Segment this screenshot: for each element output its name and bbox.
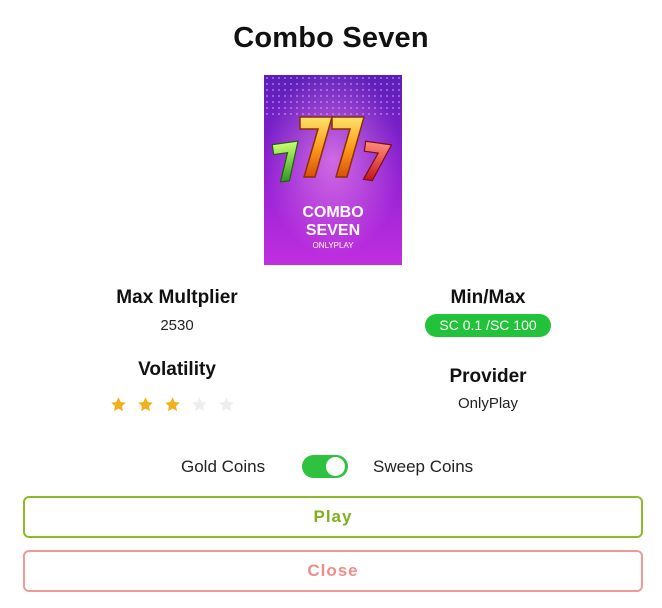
max-multiplier-value: 2530 <box>160 317 194 334</box>
volatility-rating <box>110 394 245 414</box>
toggle-knob <box>326 457 345 476</box>
currency-toggle-switch[interactable] <box>302 455 348 478</box>
provider-value: OnlyPlay <box>457 395 519 412</box>
sweep-coins-label[interactable]: Sweep Coins <box>373 457 473 477</box>
star-filled-icon <box>110 394 137 414</box>
thumbnail-provider-tag: ONLYPLAY <box>312 241 354 250</box>
currency-toggle-row: Gold Coins Sweep Coins <box>0 455 662 479</box>
thumbnail-title-line2: SEVEN <box>306 222 360 239</box>
max-multiplier-label: Max Multplier <box>116 287 238 308</box>
volatility-label: Volatility <box>138 359 216 380</box>
star-empty-icon <box>218 394 245 414</box>
close-button[interactable]: Close <box>23 550 643 592</box>
thumbnail-title-line1: COMBO <box>302 204 363 221</box>
provider-label: Provider <box>449 366 527 387</box>
star-filled-icon <box>164 394 191 414</box>
star-empty-icon <box>191 394 218 414</box>
star-filled-icon <box>137 394 164 414</box>
play-button[interactable]: Play <box>23 496 643 538</box>
gold-coins-label[interactable]: Gold Coins <box>181 457 265 477</box>
game-thumbnail[interactable]: COMBO SEVEN ONLYPLAY <box>264 75 402 265</box>
game-detail-modal: Combo Seven COMBO SEVEN ONLYPLAY Max Mul… <box>0 0 662 608</box>
page-title: Combo Seven <box>233 22 429 54</box>
min-max-badge: SC 0.1 /SC 100 <box>425 314 551 337</box>
min-max-label: Min/Max <box>450 287 526 308</box>
